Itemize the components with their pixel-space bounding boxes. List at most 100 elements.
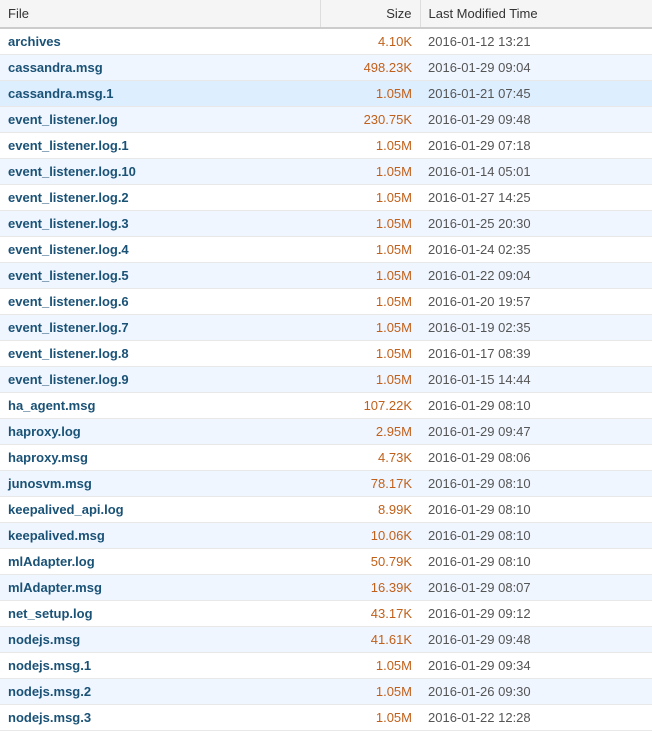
modified-cell: 2016-01-25 20:30	[420, 211, 652, 237]
table-row[interactable]: event_listener.log.91.05M2016-01-15 14:4…	[0, 367, 652, 393]
size-cell: 78.17K	[320, 471, 420, 497]
modified-cell: 2016-01-29 08:06	[420, 445, 652, 471]
file-cell[interactable]: cassandra.msg.1	[0, 81, 320, 107]
file-cell[interactable]: event_listener.log.7	[0, 315, 320, 341]
modified-cell: 2016-01-12 13:21	[420, 28, 652, 55]
table-row[interactable]: event_listener.log.21.05M2016-01-27 14:2…	[0, 185, 652, 211]
size-cell: 1.05M	[320, 263, 420, 289]
table-body: archives4.10K2016-01-12 13:21cassandra.m…	[0, 28, 652, 731]
file-cell[interactable]: net_setup.log	[0, 601, 320, 627]
table-row[interactable]: nodejs.msg.31.05M2016-01-22 12:28	[0, 705, 652, 731]
table-row[interactable]: nodejs.msg.21.05M2016-01-26 09:30	[0, 679, 652, 705]
modified-cell: 2016-01-29 08:10	[420, 393, 652, 419]
size-cell: 1.05M	[320, 237, 420, 263]
size-cell: 50.79K	[320, 549, 420, 575]
table-row[interactable]: event_listener.log.11.05M2016-01-29 07:1…	[0, 133, 652, 159]
modified-cell: 2016-01-29 08:10	[420, 471, 652, 497]
modified-cell: 2016-01-27 14:25	[420, 185, 652, 211]
size-cell: 1.05M	[320, 185, 420, 211]
file-cell[interactable]: event_listener.log.3	[0, 211, 320, 237]
size-cell: 498.23K	[320, 55, 420, 81]
table-row[interactable]: event_listener.log.41.05M2016-01-24 02:3…	[0, 237, 652, 263]
file-cell[interactable]: keepalived_api.log	[0, 497, 320, 523]
size-cell: 1.05M	[320, 367, 420, 393]
size-cell: 1.05M	[320, 705, 420, 731]
table-row[interactable]: haproxy.msg4.73K2016-01-29 08:06	[0, 445, 652, 471]
file-cell[interactable]: event_listener.log	[0, 107, 320, 133]
file-cell[interactable]: junosvm.msg	[0, 471, 320, 497]
size-cell: 4.73K	[320, 445, 420, 471]
table-row[interactable]: event_listener.log.51.05M2016-01-22 09:0…	[0, 263, 652, 289]
size-cell: 43.17K	[320, 601, 420, 627]
modified-cell: 2016-01-29 09:48	[420, 627, 652, 653]
table-row[interactable]: event_listener.log.101.05M2016-01-14 05:…	[0, 159, 652, 185]
modified-cell: 2016-01-24 02:35	[420, 237, 652, 263]
file-cell[interactable]: ha_agent.msg	[0, 393, 320, 419]
file-cell[interactable]: event_listener.log.1	[0, 133, 320, 159]
table-row[interactable]: archives4.10K2016-01-12 13:21	[0, 28, 652, 55]
file-table: File Size Last Modified Time archives4.1…	[0, 0, 652, 731]
modified-cell: 2016-01-29 09:48	[420, 107, 652, 133]
size-cell: 1.05M	[320, 211, 420, 237]
modified-cell: 2016-01-22 12:28	[420, 705, 652, 731]
file-cell[interactable]: nodejs.msg.1	[0, 653, 320, 679]
modified-cell: 2016-01-29 09:04	[420, 55, 652, 81]
file-cell[interactable]: event_listener.log.9	[0, 367, 320, 393]
file-cell[interactable]: cassandra.msg	[0, 55, 320, 81]
modified-cell: 2016-01-29 08:10	[420, 549, 652, 575]
table-row[interactable]: net_setup.log43.17K2016-01-29 09:12	[0, 601, 652, 627]
file-cell[interactable]: event_listener.log.6	[0, 289, 320, 315]
modified-column-header[interactable]: Last Modified Time	[420, 0, 652, 28]
file-cell[interactable]: nodejs.msg.3	[0, 705, 320, 731]
table-row[interactable]: keepalived.msg10.06K2016-01-29 08:10	[0, 523, 652, 549]
file-cell[interactable]: mlAdapter.log	[0, 549, 320, 575]
table-row[interactable]: haproxy.log2.95M2016-01-29 09:47	[0, 419, 652, 445]
file-cell[interactable]: event_listener.log.4	[0, 237, 320, 263]
file-cell[interactable]: event_listener.log.10	[0, 159, 320, 185]
table-row[interactable]: event_listener.log.71.05M2016-01-19 02:3…	[0, 315, 652, 341]
modified-cell: 2016-01-19 02:35	[420, 315, 652, 341]
modified-cell: 2016-01-29 09:12	[420, 601, 652, 627]
file-cell[interactable]: keepalived.msg	[0, 523, 320, 549]
table-row[interactable]: event_listener.log.61.05M2016-01-20 19:5…	[0, 289, 652, 315]
modified-cell: 2016-01-29 08:10	[420, 497, 652, 523]
file-column-header[interactable]: File	[0, 0, 320, 28]
modified-cell: 2016-01-20 19:57	[420, 289, 652, 315]
modified-cell: 2016-01-14 05:01	[420, 159, 652, 185]
size-cell: 41.61K	[320, 627, 420, 653]
table-row[interactable]: mlAdapter.log50.79K2016-01-29 08:10	[0, 549, 652, 575]
table-row[interactable]: event_listener.log230.75K2016-01-29 09:4…	[0, 107, 652, 133]
size-cell: 16.39K	[320, 575, 420, 601]
file-cell[interactable]: nodejs.msg.2	[0, 679, 320, 705]
modified-cell: 2016-01-26 09:30	[420, 679, 652, 705]
file-cell[interactable]: event_listener.log.2	[0, 185, 320, 211]
file-cell[interactable]: event_listener.log.8	[0, 341, 320, 367]
modified-cell: 2016-01-17 08:39	[420, 341, 652, 367]
modified-cell: 2016-01-29 07:18	[420, 133, 652, 159]
size-column-header[interactable]: Size	[320, 0, 420, 28]
size-cell: 1.05M	[320, 159, 420, 185]
modified-cell: 2016-01-29 08:07	[420, 575, 652, 601]
table-row[interactable]: cassandra.msg.11.05M2016-01-21 07:45	[0, 81, 652, 107]
modified-cell: 2016-01-29 08:10	[420, 523, 652, 549]
table-row[interactable]: ha_agent.msg107.22K2016-01-29 08:10	[0, 393, 652, 419]
table-row[interactable]: event_listener.log.31.05M2016-01-25 20:3…	[0, 211, 652, 237]
size-cell: 107.22K	[320, 393, 420, 419]
table-row[interactable]: junosvm.msg78.17K2016-01-29 08:10	[0, 471, 652, 497]
table-row[interactable]: cassandra.msg498.23K2016-01-29 09:04	[0, 55, 652, 81]
file-cell[interactable]: haproxy.msg	[0, 445, 320, 471]
table-row[interactable]: nodejs.msg.11.05M2016-01-29 09:34	[0, 653, 652, 679]
file-cell[interactable]: archives	[0, 28, 320, 55]
file-cell[interactable]: nodejs.msg	[0, 627, 320, 653]
table-row[interactable]: keepalived_api.log8.99K2016-01-29 08:10	[0, 497, 652, 523]
table-row[interactable]: mlAdapter.msg16.39K2016-01-29 08:07	[0, 575, 652, 601]
size-cell: 1.05M	[320, 679, 420, 705]
table-row[interactable]: event_listener.log.81.05M2016-01-17 08:3…	[0, 341, 652, 367]
size-cell: 8.99K	[320, 497, 420, 523]
modified-cell: 2016-01-29 09:47	[420, 419, 652, 445]
table-row[interactable]: nodejs.msg41.61K2016-01-29 09:48	[0, 627, 652, 653]
modified-cell: 2016-01-15 14:44	[420, 367, 652, 393]
file-cell[interactable]: haproxy.log	[0, 419, 320, 445]
file-cell[interactable]: mlAdapter.msg	[0, 575, 320, 601]
file-cell[interactable]: event_listener.log.5	[0, 263, 320, 289]
